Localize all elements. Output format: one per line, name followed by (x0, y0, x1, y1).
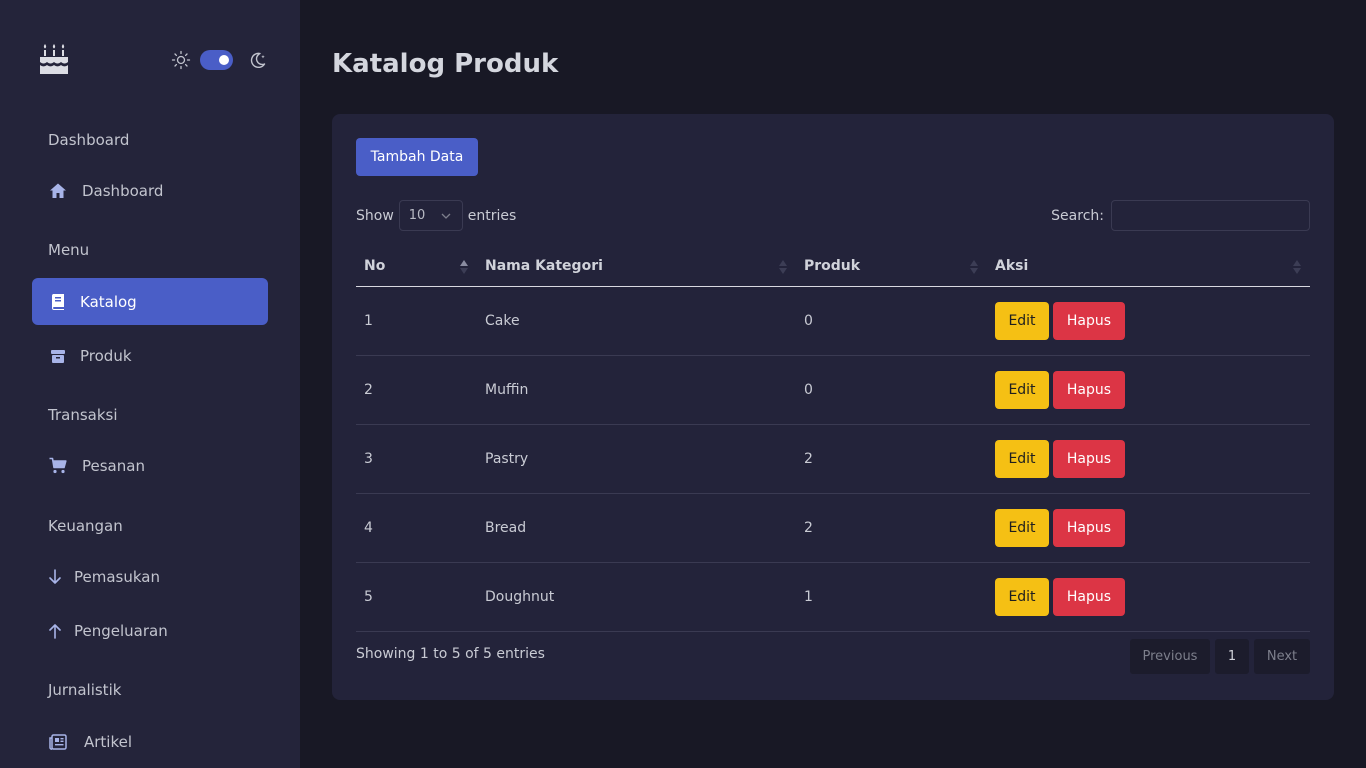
home-icon (48, 181, 68, 201)
dark-mode-switch[interactable] (200, 50, 233, 70)
edit-button[interactable]: Edit (995, 508, 1049, 547)
cell-produk: 2 (796, 493, 987, 563)
sidebar: Dashboard Dashboard Menu Katalog Produk … (0, 0, 300, 768)
next-page-button[interactable]: Next (1254, 639, 1310, 674)
edit-button[interactable]: Edit (995, 301, 1049, 340)
entries-label: entries (467, 207, 517, 224)
entries-select-value: 10 (408, 208, 426, 223)
column-header-label: No (364, 257, 386, 274)
catalog-card: Tambah Data Show 10 entries Search: No N… (332, 114, 1334, 700)
sidebar-item-label: Produk (80, 346, 132, 365)
nav-heading-dashboard: Dashboard (48, 131, 130, 149)
sidebar-item-produk[interactable]: Produk (32, 332, 268, 379)
cell-no: 5 (356, 562, 477, 632)
arrow-up-icon (48, 621, 62, 641)
cell-no: 4 (356, 493, 477, 563)
entries-select[interactable]: 10 (398, 200, 463, 231)
sidebar-item-pemasukan[interactable]: Pemasukan (32, 553, 268, 600)
add-data-button[interactable]: Tambah Data (356, 138, 478, 176)
search-label: Search: (1051, 207, 1104, 224)
table-row: 1 Cake 0 Edit Hapus (356, 286, 1310, 356)
pagination: Previous 1 Next (1130, 639, 1310, 674)
sidebar-item-label: Dashboard (82, 181, 164, 200)
column-header-aksi[interactable]: Aksi (987, 246, 1310, 287)
theme-toggle (171, 48, 267, 72)
table-row: 3 Pastry 2 Edit Hapus (356, 424, 1310, 494)
cart-icon (48, 456, 68, 476)
table-info: Showing 1 to 5 of 5 entries (356, 646, 545, 662)
cell-no: 3 (356, 424, 477, 494)
table-row: 2 Muffin 0 Edit Hapus (356, 355, 1310, 425)
sidebar-item-label: Katalog (80, 292, 137, 311)
sidebar-item-katalog[interactable]: Katalog (32, 278, 268, 325)
delete-button[interactable]: Hapus (1053, 439, 1125, 478)
edit-button[interactable]: Edit (995, 370, 1049, 409)
cell-name: Cake (477, 286, 796, 356)
table-header-row: No Nama Kategori Produk Aksi (356, 246, 1310, 287)
cell-produk: 0 (796, 355, 987, 425)
cell-name: Muffin (477, 355, 796, 425)
sidebar-item-label: Pemasukan (74, 567, 160, 586)
cake-logo-icon[interactable] (38, 42, 70, 76)
nav-heading-jurnalistik: Jurnalistik (48, 681, 122, 699)
sidebar-item-dashboard[interactable]: Dashboard (32, 167, 268, 214)
box-icon (48, 346, 68, 366)
sort-icon (1293, 260, 1301, 274)
switch-knob (219, 55, 229, 65)
column-header-label: Produk (804, 257, 861, 274)
moon-icon (250, 52, 266, 69)
nav-heading-keuangan: Keuangan (48, 517, 123, 535)
cell-name: Doughnut (477, 562, 796, 632)
cell-name: Pastry (477, 424, 796, 494)
sun-icon (171, 50, 191, 70)
cell-actions: Edit Hapus (987, 286, 1310, 356)
column-header-nama-kategori[interactable]: Nama Kategori (477, 246, 796, 287)
cell-actions: Edit Hapus (987, 562, 1310, 632)
delete-button[interactable]: Hapus (1053, 301, 1125, 340)
delete-button[interactable]: Hapus (1053, 370, 1125, 409)
sidebar-item-pesanan[interactable]: Pesanan (32, 442, 268, 489)
catalog-table: No Nama Kategori Produk Aksi 1 Cake 0 Ed… (356, 246, 1310, 632)
cell-produk: 0 (796, 286, 987, 356)
edit-button[interactable]: Edit (995, 439, 1049, 478)
cell-actions: Edit Hapus (987, 493, 1310, 563)
sidebar-item-artikel[interactable]: Artikel (32, 718, 268, 765)
search-control: Search: (1051, 200, 1310, 231)
sort-ascending-icon (460, 260, 468, 274)
delete-button[interactable]: Hapus (1053, 577, 1125, 616)
nav-heading-menu: Menu (48, 241, 90, 259)
delete-button[interactable]: Hapus (1053, 508, 1125, 547)
page-1-button[interactable]: 1 (1215, 639, 1249, 674)
cell-produk: 2 (796, 424, 987, 494)
arrow-down-icon (48, 567, 62, 587)
page-title: Katalog Produk (332, 49, 559, 79)
column-header-label: Aksi (995, 257, 1029, 274)
chevron-down-icon (441, 213, 451, 219)
entries-length-control: Show 10 entries (356, 200, 516, 231)
cell-no: 2 (356, 355, 477, 425)
sidebar-item-label: Pesanan (82, 456, 145, 475)
cell-actions: Edit Hapus (987, 424, 1310, 494)
nav-heading-transaksi: Transaksi (48, 406, 118, 424)
edit-button[interactable]: Edit (995, 577, 1049, 616)
sidebar-item-label: Pengeluaran (74, 621, 168, 640)
column-header-label: Nama Kategori (485, 257, 603, 274)
sort-icon (779, 260, 787, 274)
book-icon (48, 292, 68, 312)
show-label: Show (356, 207, 394, 224)
cell-no: 1 (356, 286, 477, 356)
table-row: 4 Bread 2 Edit Hapus (356, 493, 1310, 563)
sort-icon (970, 260, 978, 274)
newspaper-icon (48, 732, 68, 752)
search-input[interactable] (1111, 200, 1310, 231)
table-row: 5 Doughnut 1 Edit Hapus (356, 562, 1310, 632)
sidebar-item-label: Artikel (84, 732, 133, 751)
column-header-no[interactable]: No (356, 246, 477, 287)
cell-actions: Edit Hapus (987, 355, 1310, 425)
cell-produk: 1 (796, 562, 987, 632)
cell-name: Bread (477, 493, 796, 563)
sidebar-item-pengeluaran[interactable]: Pengeluaran (32, 607, 268, 654)
column-header-produk[interactable]: Produk (796, 246, 987, 287)
previous-page-button[interactable]: Previous (1130, 639, 1210, 674)
